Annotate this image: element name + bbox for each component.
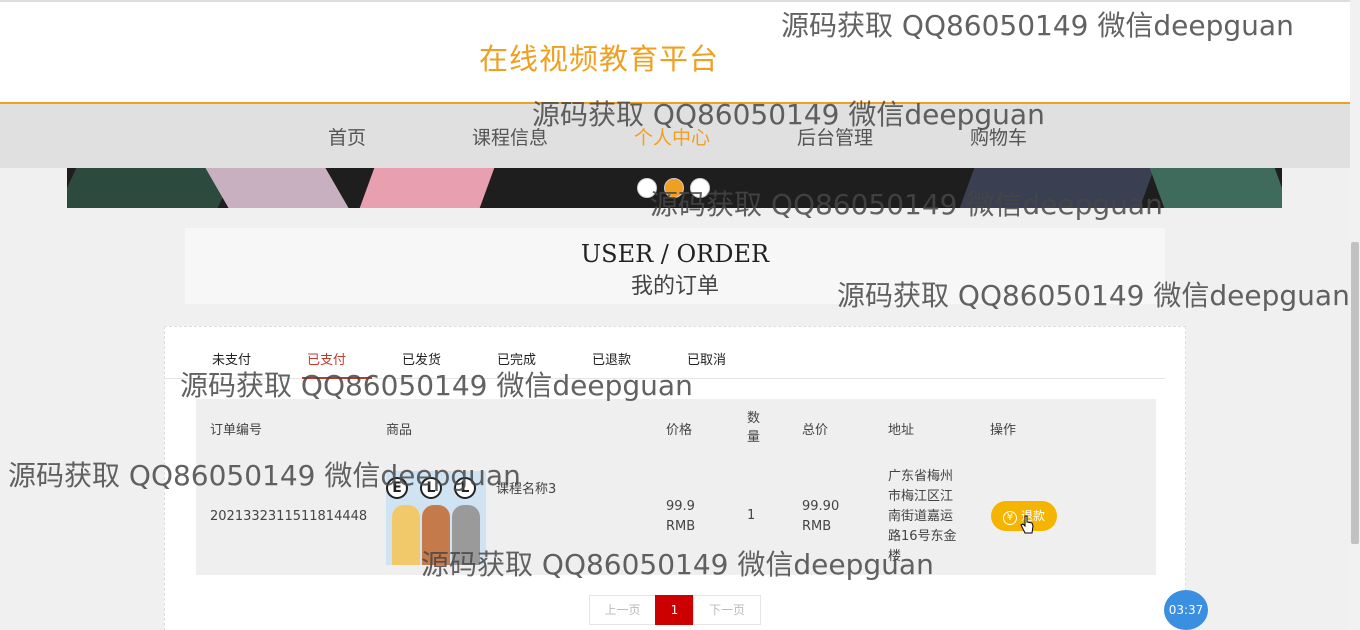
product-name[interactable]: 课程名称3 — [496, 478, 556, 497]
page-heading-cn: 我的订单 — [630, 274, 719, 299]
active-tab-underline — [302, 377, 372, 379]
orders-panel: 未支付 已支付 已发货 已完成 已退款 已取消 订单编号 商品 价格 数 量 总… — [164, 326, 1186, 630]
scrollbar-thumb[interactable] — [1351, 242, 1359, 544]
cartoon-figure — [452, 505, 480, 565]
cartoon-figure — [422, 505, 450, 565]
total-cell: 99.90 RMB — [802, 497, 839, 537]
price-value: 99.9 — [666, 499, 695, 514]
image-letter: E — [386, 477, 408, 499]
nav-item-user-center[interactable]: 个人中心 — [634, 123, 710, 150]
next-page-button[interactable]: 下一页 — [693, 595, 761, 625]
site-title[interactable]: 在线视频教育平台 — [479, 36, 719, 78]
orders-table: 订单编号 商品 价格 数 量 总价 地址 操作 2021332311511814… — [196, 399, 1156, 575]
address-line: 市梅江区江 — [888, 489, 954, 504]
banner-shape — [359, 168, 495, 208]
address-cell: 广东省梅州 市梅江区江 南街道嘉运 路16号东金 楼 — [888, 467, 957, 567]
col-header-address: 地址 — [888, 423, 915, 438]
carousel-dot-1[interactable] — [637, 178, 657, 198]
order-number: 2021332311511814448 — [210, 509, 368, 524]
nav-item-admin[interactable]: 后台管理 — [797, 123, 873, 150]
address-line: 广东省梅州 — [888, 469, 954, 484]
total-value: 99.90 — [802, 499, 840, 514]
banner-shape — [205, 168, 349, 208]
tab-shipped[interactable]: 已发货 — [402, 349, 441, 368]
quantity: 1 — [747, 508, 756, 523]
tab-refunded[interactable]: 已退款 — [592, 349, 631, 368]
product-image[interactable]: E L L — [386, 471, 486, 565]
tab-unpaid[interactable]: 未支付 — [212, 349, 251, 368]
col-header-qty: 数 量 — [747, 409, 760, 447]
cartoon-figure — [392, 505, 420, 565]
price-cell: 99.9 RMB — [666, 497, 695, 537]
nav-item-courses[interactable]: 课程信息 — [472, 123, 548, 150]
header: 在线视频教育平台 — [0, 0, 1350, 104]
scrollbar[interactable] — [1350, 0, 1360, 630]
tab-paid[interactable]: 已支付 — [307, 349, 346, 368]
page-1-button[interactable]: 1 — [655, 595, 694, 625]
banner-shape — [1149, 168, 1282, 208]
hand-cursor-icon — [1020, 515, 1034, 534]
main-nav: 首页 课程信息 个人中心 后台管理 购物车 — [0, 104, 1350, 168]
col-header-product: 商品 — [386, 423, 413, 438]
price-unit: RMB — [666, 519, 696, 534]
carousel-dot-3[interactable] — [690, 178, 710, 198]
address-line: 楼 — [888, 549, 902, 564]
page-heading: USER / ORDER 我的订单 — [185, 228, 1165, 304]
banner-shape — [959, 168, 1155, 208]
tab-completed[interactable]: 已完成 — [497, 349, 536, 368]
col-header-total: 总价 — [802, 423, 829, 438]
carousel-dot-2[interactable] — [664, 178, 684, 198]
address-line: 南街道嘉运 — [888, 509, 954, 524]
col-header-qty-line2: 量 — [747, 430, 761, 445]
prev-page-button[interactable]: 上一页 — [589, 595, 656, 625]
col-header-order-no: 订单编号 — [210, 423, 263, 438]
image-letter: L — [454, 477, 476, 499]
nav-item-cart[interactable]: 购物车 — [970, 123, 1027, 150]
yen-icon: ¥ — [1002, 511, 1017, 525]
col-header-action: 操作 — [990, 423, 1017, 438]
total-unit: RMB — [802, 519, 832, 534]
timer-badge[interactable]: 03:37 — [1164, 590, 1208, 630]
order-status-tabs: 未支付 已支付 已发货 已完成 已退款 已取消 — [165, 327, 1165, 379]
nav-item-home[interactable]: 首页 — [328, 123, 366, 150]
page-heading-en: USER / ORDER — [580, 240, 770, 268]
tab-cancelled[interactable]: 已取消 — [687, 349, 726, 368]
address-line: 路16号东金 — [888, 529, 957, 544]
col-header-price: 价格 — [666, 423, 693, 438]
col-header-qty-line1: 数 — [747, 411, 761, 426]
image-letter: L — [420, 477, 442, 499]
